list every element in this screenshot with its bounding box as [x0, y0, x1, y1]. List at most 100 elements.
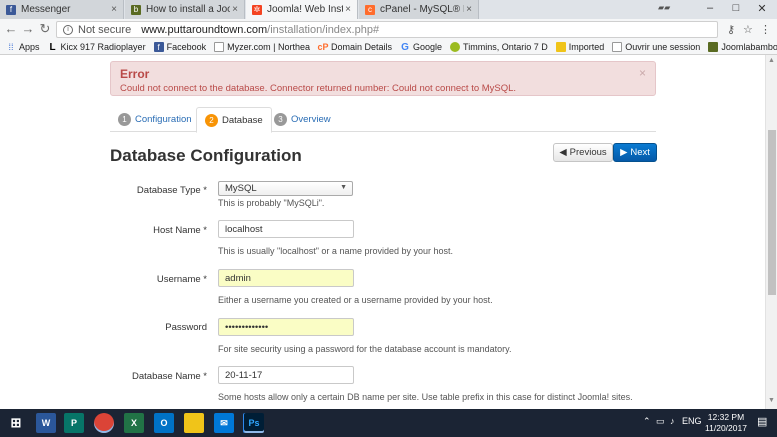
minimize-icon[interactable]: –: [700, 2, 720, 14]
bookmark-myzer[interactable]: Myzer.com | Northea: [214, 42, 310, 52]
tab-title: Joomla! Web Installer: [267, 4, 343, 15]
clock-date: 11/20/2017: [705, 423, 747, 433]
bookmark-apps[interactable]: ⁞⁞ Apps: [6, 42, 39, 52]
cpanel-icon: c: [365, 4, 375, 15]
tab-overview[interactable]: 3 Overview: [266, 107, 339, 132]
bookmark-ouvrir[interactable]: Ouvrir une session: [612, 42, 700, 52]
close-icon[interactable]: ×: [343, 4, 353, 15]
db-type-label: Database Type *: [136, 185, 207, 196]
step-number: 1: [118, 113, 131, 126]
bookmark-label: Myzer.com | Northea: [227, 42, 310, 52]
tab-database[interactable]: 2 Database: [196, 107, 272, 133]
db-type-select[interactable]: MySQL ▼: [218, 181, 353, 196]
alert-message: Could not connect to the database. Conne…: [120, 83, 517, 94]
weather-icon: [450, 42, 461, 52]
bookmark-google[interactable]: G Google: [400, 41, 442, 53]
maximize-icon[interactable]: □: [726, 2, 746, 14]
chrome-icon[interactable]: [94, 413, 114, 433]
host-name-field[interactable]: localhost: [218, 220, 354, 238]
myzer-icon: [214, 42, 225, 52]
url-input[interactable]: i Not secure www.puttaroundtown.com/inst…: [56, 21, 718, 38]
page-title: Database Configuration: [110, 146, 302, 165]
page-scrollbar[interactable]: ▲ ▼: [765, 55, 777, 409]
bookmark-joomlabamboo[interactable]: Joomlabamboo Supp: [708, 42, 777, 52]
password-field[interactable]: •••••••••••••: [218, 318, 354, 336]
window-close-icon[interactable]: ✕: [752, 2, 772, 15]
alert-title: Error: [120, 67, 150, 81]
next-button[interactable]: ▶ Next: [613, 143, 657, 162]
mail-icon[interactable]: ✉: [214, 413, 234, 433]
clock-time: 12:32 PM: [707, 412, 745, 422]
arrow-right-icon: ▶: [620, 147, 628, 158]
close-icon[interactable]: ×: [230, 4, 240, 15]
host-name-label: Host Name *: [153, 225, 207, 236]
previous-label: Previous: [569, 147, 607, 158]
forward-icon[interactable]: →: [21, 22, 35, 36]
file-explorer-icon[interactable]: [184, 413, 204, 433]
step-label: Overview: [291, 114, 331, 125]
new-tab-button[interactable]: [480, 0, 500, 19]
tab-messenger[interactable]: f Messenger ×: [0, 0, 124, 19]
google-icon: G: [401, 41, 409, 53]
bookmark-icon: [708, 42, 719, 52]
host-name-help: This is usually "localhost" or a name pr…: [218, 246, 454, 256]
bookmark-icon: b: [131, 4, 141, 15]
reload-icon[interactable]: ↻: [38, 22, 52, 36]
taskbar-clock[interactable]: 12:32 PM 11/20/2017: [703, 412, 749, 434]
bookmark-label: Facebook: [166, 42, 207, 52]
password-help: For site security using a password for t…: [218, 344, 512, 354]
bookmark-domain-details[interactable]: cP Domain Details: [317, 42, 393, 52]
bookmark-kicx[interactable]: L Kicx 917 Radioplayer: [48, 41, 146, 53]
page-icon: [612, 42, 623, 52]
profile-icon[interactable]: ▰▰: [658, 3, 670, 12]
bookmark-timmins[interactable]: Timmins, Ontario 7 D: [450, 42, 548, 52]
tab-cpanel-mysql[interactable]: c cPanel - MySQL® Datab ×: [359, 0, 479, 19]
chevron-up-icon[interactable]: ⌃: [643, 416, 651, 427]
key-icon[interactable]: ⚷: [727, 23, 735, 36]
install-steps: 1 Configuration 2 Database 3 Overview: [110, 107, 656, 133]
network-icon[interactable]: ▭: [656, 416, 665, 427]
db-type-help: This is probably "MySQLi".: [218, 198, 325, 208]
tab-title: How to install a Joomla: [146, 4, 230, 15]
security-label: Not secure: [78, 23, 132, 36]
close-icon[interactable]: ×: [109, 4, 119, 15]
previous-button[interactable]: ◀ Previous: [553, 143, 613, 162]
bookmark-label: Kicx 917 Radioplayer: [60, 42, 146, 52]
bookmark-label: Ouvrir une session: [625, 42, 701, 52]
password-label: Password: [165, 322, 207, 333]
alert-close-button[interactable]: ×: [639, 66, 646, 80]
facebook-icon: f: [6, 4, 16, 15]
close-icon[interactable]: ×: [464, 4, 474, 15]
windows-start-icon[interactable]: ⊞: [6, 413, 26, 433]
username-help: Either a username you created or a usern…: [218, 295, 493, 305]
photoshop-icon[interactable]: Ps: [244, 413, 264, 433]
back-icon[interactable]: ←: [4, 22, 18, 36]
scroll-down-icon[interactable]: ▼: [768, 397, 775, 404]
excel-icon[interactable]: X: [124, 413, 144, 433]
address-bar-row: ← → ↻ i Not secure www.puttaroundtown.co…: [0, 19, 777, 40]
tab-joomla-web-installer[interactable]: ✲ Joomla! Web Installer ×: [246, 0, 358, 19]
username-field[interactable]: admin: [218, 269, 354, 287]
windows-taskbar: ⊞ W P X O ✉ Ps ⌃ ▭ ♪ ENG 12:32 PM 11/20/…: [0, 409, 777, 437]
volume-icon[interactable]: ♪: [670, 416, 675, 426]
tab-how-to-install-joomla[interactable]: b How to install a Joomla ×: [125, 0, 245, 19]
star-icon[interactable]: ☆: [743, 23, 753, 36]
bookmark-facebook[interactable]: f Facebook: [153, 42, 207, 52]
bookmark-imported[interactable]: Imported: [555, 42, 604, 52]
scroll-thumb[interactable]: [768, 130, 776, 295]
info-icon[interactable]: i: [63, 24, 73, 35]
word-icon[interactable]: W: [36, 413, 56, 433]
outlook-icon[interactable]: O: [154, 413, 174, 433]
arrow-left-icon: ◀: [559, 147, 567, 158]
language-indicator[interactable]: ENG: [682, 416, 702, 426]
notifications-icon[interactable]: ▤: [757, 415, 767, 428]
tab-configuration[interactable]: 1 Configuration: [110, 107, 200, 132]
bookmark-label: Domain Details: [330, 42, 393, 52]
username-label: Username *: [156, 274, 207, 285]
menu-icon[interactable]: ⋮: [760, 23, 771, 36]
db-name-field[interactable]: 20-11-17: [218, 366, 354, 384]
scroll-up-icon[interactable]: ▲: [768, 57, 775, 64]
radio-icon: L: [49, 41, 56, 53]
publisher-icon[interactable]: P: [64, 413, 84, 433]
installer-page: Error Could not connect to the database.…: [0, 55, 765, 409]
